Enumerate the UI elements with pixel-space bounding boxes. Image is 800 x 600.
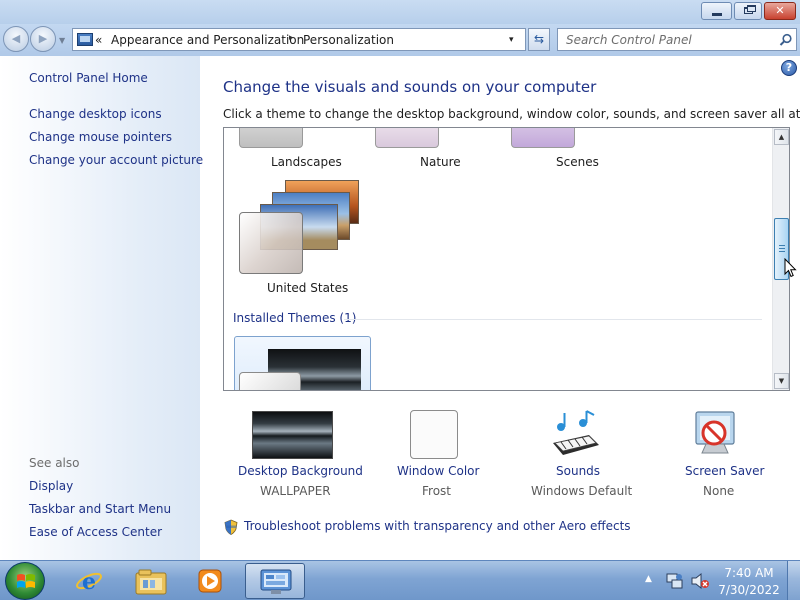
taskbar-start-menu-link[interactable]: Taskbar and Start Menu <box>29 502 171 516</box>
desktop-background-thumbnail[interactable] <box>252 411 333 459</box>
network-icon[interactable] <box>666 572 684 590</box>
minimize-icon <box>712 13 722 16</box>
media-player-icon <box>198 569 222 593</box>
scroll-grip-icon <box>779 245 785 252</box>
restore-icon-back <box>747 5 756 12</box>
forward-arrow-icon: ▶ <box>38 32 48 45</box>
window-color-value: Frost <box>422 484 451 498</box>
close-button[interactable]: ✕ <box>764 2 796 20</box>
show-hidden-icons-button[interactable]: ▲ <box>645 574 652 584</box>
page-title: Change the visuals and sounds on your co… <box>223 78 597 96</box>
theme-color-swatch-united-states <box>239 212 303 274</box>
taskbar-control-panel-active[interactable] <box>245 563 305 599</box>
taskbar: e ▲ 7:40 AM 7/30/2022 <box>0 560 800 600</box>
recent-pages-icon[interactable]: ▼ <box>59 36 65 45</box>
control-panel-icon <box>77 33 93 46</box>
sounds-value: Windows Default <box>531 484 633 498</box>
forward-button[interactable]: ▶ <box>30 26 56 52</box>
see-also-heading: See also <box>29 456 80 470</box>
screen-saver-icon[interactable] <box>692 409 740 459</box>
search-input[interactable] <box>560 31 770 48</box>
theme-thumbnail-landscapes[interactable] <box>239 128 303 148</box>
breadcrumb-overflow[interactable]: « <box>95 33 102 47</box>
taskbar-media-player[interactable] <box>180 563 240 599</box>
refresh-button[interactable]: ⇆ <box>528 28 550 51</box>
desktop-background-link[interactable]: Desktop Background <box>238 464 363 478</box>
window-color-swatch[interactable] <box>410 410 458 459</box>
theme-thumbnail-scenes[interactable] <box>511 128 575 148</box>
breadcrumb-personalization[interactable]: Personalization <box>303 33 394 47</box>
page-subtitle: Click a theme to change the desktop back… <box>223 107 800 121</box>
theme-label-scenes[interactable]: Scenes <box>556 155 599 169</box>
theme-label-nature[interactable]: Nature <box>420 155 461 169</box>
back-button[interactable]: ◀ <box>3 26 29 52</box>
volume-muted-icon[interactable] <box>690 572 710 590</box>
sounds-icon[interactable] <box>549 409 601 461</box>
breadcrumb-separator[interactable]: ▸ <box>289 33 294 43</box>
start-button[interactable] <box>5 562 45 600</box>
theme-label-landscapes[interactable]: Landscapes <box>271 155 342 169</box>
internet-explorer-icon: e <box>76 569 102 594</box>
window-color-link[interactable]: Window Color <box>397 464 479 478</box>
theme-color-swatch-installed <box>239 372 301 390</box>
minimize-button[interactable] <box>701 2 732 20</box>
clock-time[interactable]: 7:40 AM <box>718 566 780 580</box>
desktop-background-value: WALLPAPER <box>260 484 331 498</box>
help-icon[interactable]: ? <box>781 60 797 76</box>
search-icon[interactable] <box>779 33 793 47</box>
close-icon: ✕ <box>775 4 785 17</box>
show-desktop-button[interactable] <box>787 561 800 600</box>
search-box[interactable] <box>557 28 797 51</box>
theme-list[interactable]: Landscapes Nature Scenes United States I… <box>223 127 790 391</box>
svg-text:e: e <box>82 569 96 594</box>
scroll-up-button[interactable]: ▲ <box>774 129 789 145</box>
section-divider <box>344 319 762 320</box>
windows-logo-icon <box>17 574 35 588</box>
taskbar-windows-explorer[interactable] <box>120 563 180 599</box>
back-arrow-icon: ◀ <box>11 32 21 45</box>
change-desktop-icons-link[interactable]: Change desktop icons <box>29 107 162 121</box>
change-mouse-pointers-link[interactable]: Change mouse pointers <box>29 130 172 144</box>
ease-of-access-link[interactable]: Ease of Access Center <box>29 525 162 539</box>
installed-themes-heading: Installed Themes (1) <box>233 311 357 325</box>
taskbar-internet-explorer[interactable]: e <box>60 563 120 599</box>
restore-button[interactable] <box>734 2 762 20</box>
sounds-link[interactable]: Sounds <box>556 464 600 478</box>
breadcrumb-appearance[interactable]: Appearance and Personalization <box>111 33 304 47</box>
shield-icon <box>224 519 238 535</box>
screen-saver-value: None <box>703 484 735 498</box>
mouse-cursor-icon <box>784 258 797 278</box>
scroll-down-button[interactable]: ▼ <box>774 373 789 389</box>
folder-icon <box>135 569 167 595</box>
navigation-bar: ◀ ▶ ▼ « Appearance and Personalization ▸… <box>0 24 800 56</box>
theme-label-united-states[interactable]: United States <box>267 281 348 295</box>
troubleshoot-aero-link[interactable]: Troubleshoot problems with transparency … <box>244 519 631 533</box>
clock-date[interactable]: 7/30/2022 <box>718 583 780 597</box>
control-panel-icon <box>260 569 292 594</box>
change-account-picture-link[interactable]: Change your account picture <box>29 153 203 167</box>
screen-saver-link[interactable]: Screen Saver <box>685 464 764 478</box>
display-link[interactable]: Display <box>29 479 73 493</box>
window-titlebar: ✕ <box>0 0 800 24</box>
address-dropdown-icon[interactable]: ▾ <box>509 35 514 45</box>
theme-thumbnail-nature[interactable] <box>375 128 439 148</box>
control-panel-home-link[interactable]: Control Panel Home <box>29 71 148 85</box>
address-bar[interactable]: « Appearance and Personalization ▸ Perso… <box>72 28 526 51</box>
